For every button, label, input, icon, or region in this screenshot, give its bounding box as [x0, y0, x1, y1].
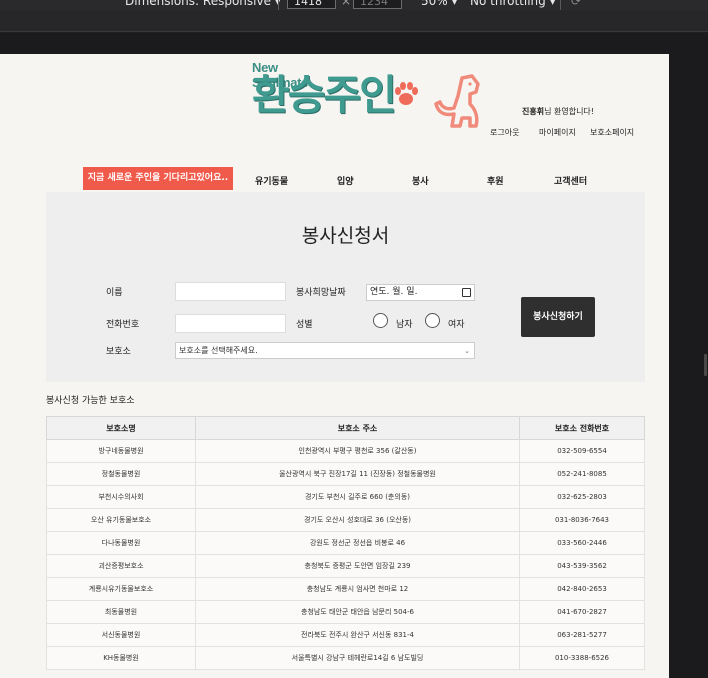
- male-radio[interactable]: [373, 313, 388, 328]
- shelter-address-cell: 충청남도 태안군 태안읍 남문리 504-6: [195, 600, 520, 624]
- welcome-message: 진홍휘님 환영합니다!: [522, 107, 595, 116]
- user-name: 진홍휘: [522, 107, 545, 116]
- logout-link[interactable]: 로그아웃: [490, 127, 519, 138]
- column-header: 보호소 주소: [195, 416, 520, 440]
- table-row: 계룡시유기동물보호소 충청남도 계룡시 엄사면 천마로 12 042-840-265…: [46, 577, 645, 601]
- width-input[interactable]: 1418: [287, 0, 336, 9]
- shelter-name-cell: 최동물병원: [46, 600, 196, 624]
- throttling-dropdown[interactable]: No throttling ▾: [470, 0, 556, 8]
- shelter-name-cell: 서신동물병원: [46, 623, 196, 647]
- shelter-page-link[interactable]: 보호소페이지: [590, 127, 634, 138]
- shelter-name-cell: 다나동물병원: [46, 531, 196, 555]
- shelter-select[interactable]: 보호소를 선택해주세요. ⌄: [175, 342, 475, 359]
- shelter-phone-cell: 033-560-2446: [519, 531, 645, 555]
- gender-label: 성별: [296, 320, 313, 330]
- shelter-address-cell: 경기도 부천시 길주로 660 (춘의동): [195, 485, 520, 509]
- shelter-name-cell: 정철동물병원: [46, 462, 196, 486]
- rotate-icon[interactable]: ⟳: [571, 0, 581, 8]
- paw-icon: [395, 82, 418, 105]
- shelter-phone-cell: 052-241-8085: [519, 462, 645, 486]
- phone-label: 전화번호: [106, 320, 140, 330]
- resize-handle[interactable]: [704, 354, 707, 376]
- date-label: 봉사희망날짜: [296, 288, 346, 298]
- phone-input[interactable]: [175, 314, 286, 333]
- shelter-phone-cell: 032-625-2803: [519, 485, 645, 509]
- male-label: 남자: [396, 320, 413, 330]
- shelter-address-cell: 경기도 오산시 성호대로 36 (오산동): [195, 508, 520, 532]
- form-title: 봉사신청서: [301, 225, 390, 247]
- waiting-banner[interactable]: 지금 새로운 주인을 기다리고있어요..: [83, 167, 233, 190]
- mypage-link[interactable]: 마이페이지: [539, 127, 576, 138]
- table-row: 서신동물병원 전라북도 전주시 완산구 서신동 831-4 063-281-5277: [46, 623, 645, 647]
- table-row: 다나동물병원 강원도 정선군 정선읍 비봉로 46 033-560-2446: [46, 531, 645, 555]
- column-header: 보호소명: [46, 416, 196, 440]
- nav-item-volunteer[interactable]: 봉사: [412, 174, 429, 187]
- shelter-phone-cell: 041-670-2827: [519, 600, 645, 624]
- toolbar-divider: [560, 0, 561, 10]
- nav-item-adopt[interactable]: 입양: [337, 174, 354, 187]
- shelter-label: 보호소: [106, 347, 131, 357]
- shelter-address-cell: 인천광역시 부평구 평천로 356 (갈산동): [195, 439, 520, 463]
- toolbar-divider: [278, 0, 279, 10]
- shelter-address-cell: 전라북도 전주시 완산구 서신동 831-4: [195, 623, 520, 647]
- table-row: KH동물병원 서울특별시 강남구 테헤란로14길 6 남도빌딩 010-3388-6…: [46, 646, 645, 670]
- name-input[interactable]: [175, 282, 286, 301]
- shelter-name-cell: 괴산증평보호소: [46, 554, 196, 578]
- zoom-dropdown[interactable]: 50% ▾: [421, 0, 458, 8]
- table-row: 오산 유기동물보호소 경기도 오산시 성호대로 36 (오산동) 031-8036-…: [46, 508, 645, 532]
- chevron-down-icon: ⌄: [464, 347, 470, 355]
- dimensions-dropdown[interactable]: Dimensions: Responsive ▾: [125, 0, 281, 8]
- table-row: 정철동물병원 울산광역시 북구 진장17길 11 (진장동) 정철동물병원 052-…: [46, 462, 645, 486]
- table-header-row: 보호소명 보호소 주소 보호소 전화번호: [46, 416, 645, 440]
- shelter-table: 보호소명 보호소 주소 보호소 전화번호 방구네동물병원 인천광역시 부평구 평천…: [46, 416, 645, 670]
- shelter-name-cell: 오산 유기동물보호소: [46, 508, 196, 532]
- table-row: 최동물병원 충청남도 태안군 태안읍 남문리 504-6 041-670-2827: [46, 600, 645, 624]
- resize-gutter: [669, 54, 708, 678]
- shelter-address-cell: 서울특별시 강남구 테헤란로14길 6 남도빌딩: [195, 646, 520, 670]
- shelter-name-cell: 계룡시유기동물보호소: [46, 577, 196, 601]
- shelter-address-cell: 울산광역시 북구 진장17길 11 (진장동) 정철동물병원: [195, 462, 520, 486]
- shelter-phone-cell: 042-840-2653: [519, 577, 645, 601]
- height-input[interactable]: 1234: [353, 0, 402, 9]
- table-row: 부천시수의사회 경기도 부천시 길주로 660 (춘의동) 032-625-2803: [46, 485, 645, 509]
- shelter-phone-cell: 032-509-6554: [519, 439, 645, 463]
- devtools-toolbar: Dimensions: Responsive ▾ 1418 × 1234 50%…: [0, 0, 708, 10]
- table-row: 방구네동물병원 인천광역시 부평구 평천로 356 (갈산동) 032-509-65…: [46, 439, 645, 463]
- female-radio[interactable]: [425, 313, 440, 328]
- shelter-name-cell: KH동물병원: [46, 646, 196, 670]
- shelter-address-cell: 충청남도 계룡시 엄사면 천마로 12: [195, 577, 520, 601]
- nav-item-abandoned[interactable]: 유기동물: [255, 174, 288, 187]
- calendar-icon[interactable]: [462, 288, 471, 297]
- shelter-phone-cell: 031-8036-7643: [519, 508, 645, 532]
- submit-button[interactable]: 봉사신청하기: [521, 297, 595, 337]
- shelter-name-cell: 방구네동물병원: [46, 439, 196, 463]
- dog-icon: [434, 74, 480, 128]
- web-page: New Soulmate 환승주인 진홍휘님 환영합니다! 로그아웃 마이페이지…: [0, 54, 669, 678]
- nav-item-donate[interactable]: 후원: [487, 174, 504, 187]
- shelter-phone-cell: 010-3388-6526: [519, 646, 645, 670]
- name-label: 이름: [106, 288, 123, 298]
- shelter-name-cell: 부천시수의사회: [46, 485, 196, 509]
- nav-item-support[interactable]: 고객센터: [554, 174, 587, 187]
- devtools-ruler: [0, 10, 708, 32]
- shelter-address-cell: 강원도 정선군 정선읍 비봉로 46: [195, 531, 520, 555]
- shelter-phone-cell: 063-281-5277: [519, 623, 645, 647]
- times-symbol: ×: [341, 0, 352, 8]
- logo-title: 환승주인: [252, 71, 397, 119]
- table-row: 괴산증평보호소 충청북도 증평군 도안면 임장길 239 043-539-3562: [46, 554, 645, 578]
- female-label: 여자: [448, 320, 465, 330]
- column-header: 보호소 전화번호: [519, 416, 645, 440]
- date-input[interactable]: 연도. 월. 일.: [366, 284, 475, 301]
- shelter-address-cell: 충청북도 증평군 도안면 임장길 239: [195, 554, 520, 578]
- volunteer-form: 봉사신청서 이름 전화번호 보호소 봉사희망날짜 연도. 월. 일. 성별 남자…: [46, 192, 645, 382]
- devtools-strip: [0, 33, 708, 54]
- shelter-section-title: 봉사신청 가능한 보호소: [46, 396, 135, 406]
- shelter-phone-cell: 043-539-3562: [519, 554, 645, 578]
